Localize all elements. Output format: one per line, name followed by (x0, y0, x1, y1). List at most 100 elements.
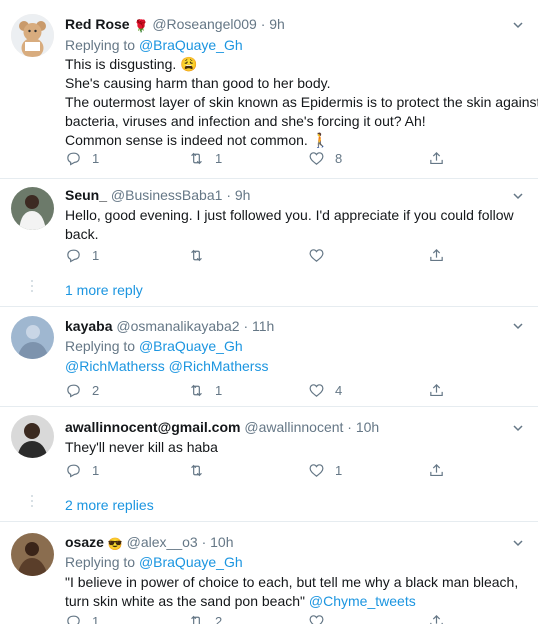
retweet-button[interactable] (188, 246, 215, 264)
tweet-osaze[interactable]: osaze 😎 @alex__o3 · 10h Replying to @Bra… (0, 522, 538, 624)
display-name[interactable]: awallinnocent@gmail.com (65, 419, 240, 435)
reply-icon (67, 249, 80, 263)
replying-to-link[interactable]: @BraQuaye_Gh (139, 554, 243, 570)
tweet-text-line: This is disgusting. 😩 (65, 56, 198, 72)
tweet-header: osaze 😎 @alex__o3 · 10h (65, 533, 522, 551)
replying-to-label: Replying to (65, 338, 136, 354)
like-button[interactable] (308, 246, 335, 264)
replying-to-link[interactable]: @BraQuaye_Gh (139, 338, 243, 354)
avatar[interactable] (11, 415, 54, 458)
like-button[interactable]: 8 (308, 149, 342, 167)
avatar[interactable] (11, 187, 54, 230)
reply-count: 1 (92, 613, 100, 624)
retweet-icon (191, 152, 202, 164)
show-more-replies-link[interactable]: 2 more replies (65, 497, 154, 513)
replying-to-label: Replying to (65, 554, 136, 570)
heart-icon (309, 614, 324, 624)
reply-button[interactable]: 1 (65, 149, 99, 167)
person-avatar-icon (11, 415, 54, 458)
retweet-count: 1 (215, 382, 223, 398)
display-name[interactable]: osaze (65, 534, 104, 550)
tweet-header: Seun_ @BusinessBaba1 · 9h (65, 186, 522, 204)
user-handle[interactable]: @alex__o3 (127, 534, 198, 550)
show-more-replies-link[interactable]: 1 more reply (65, 282, 143, 298)
tweet-text-line: She's causing harm than good to her body… (65, 75, 331, 91)
tweet-text-segment: turn skin white as the sand pon beach" (65, 593, 306, 609)
like-button[interactable]: 4 (308, 381, 342, 399)
reply-icon (67, 464, 80, 478)
display-name[interactable]: kayaba (65, 318, 112, 334)
avatar[interactable] (11, 316, 54, 359)
retweet-button[interactable] (188, 461, 215, 479)
tweet-awallinnocent[interactable]: awallinnocent@gmail.com @awallinnocent ·… (0, 407, 538, 493)
user-handle[interactable]: @BusinessBaba1 (111, 187, 223, 203)
chevron-down-icon[interactable] (512, 422, 524, 434)
chevron-down-icon[interactable] (512, 190, 524, 202)
share-icon (430, 383, 443, 396)
person-avatar-icon (11, 533, 54, 576)
teddy-bear-avatar-icon (11, 14, 54, 57)
retweet-button[interactable]: 1 (188, 149, 222, 167)
timestamp[interactable]: · 9h (226, 187, 250, 203)
tweet-text-line: The outermost layer of skin known as Epi… (65, 94, 538, 110)
avatar[interactable] (11, 14, 54, 57)
share-button[interactable] (428, 381, 445, 399)
tweet-header: kayaba @osmanalikayaba2 · 11h (65, 317, 522, 335)
retweet-icon (191, 384, 202, 396)
chevron-down-icon[interactable] (512, 537, 524, 549)
mention-link[interactable]: @Chyme_tweets (309, 593, 416, 609)
reply-button[interactable]: 1 (65, 246, 99, 264)
chevron-down-icon[interactable] (512, 320, 524, 332)
mention-links[interactable]: @RichMatherss @RichMatherss (65, 357, 522, 376)
retweet-icon (191, 615, 202, 624)
person-avatar-icon (11, 316, 54, 359)
reply-icon (67, 615, 80, 624)
like-button[interactable] (308, 612, 335, 624)
retweet-button[interactable]: 2 (188, 612, 222, 624)
tweet-kayaba[interactable]: kayaba @osmanalikayaba2 · 11h Replying t… (0, 307, 538, 407)
tweet-red-rose[interactable]: Red Rose 🌹 @Roseangel009 · 9h Replying t… (0, 0, 538, 178)
retweet-icon (191, 249, 202, 261)
reply-button[interactable]: 1 (65, 612, 99, 624)
share-button[interactable] (428, 461, 445, 479)
user-handle[interactable]: @awallinnocent (244, 419, 343, 435)
person-avatar-icon (11, 187, 54, 230)
tweet-header: Red Rose 🌹 @Roseangel009 · 9h (65, 15, 522, 33)
share-button[interactable] (428, 149, 445, 167)
reply-count: 1 (92, 462, 100, 478)
user-handle[interactable]: @Roseangel009 (152, 16, 257, 32)
share-button[interactable] (428, 612, 445, 624)
chevron-down-icon[interactable] (512, 19, 524, 31)
retweet-button[interactable]: 1 (188, 381, 222, 399)
reply-count: 1 (92, 150, 100, 166)
reply-button[interactable]: 1 (65, 461, 99, 479)
replying-to: Replying to @BraQuaye_Gh (65, 36, 522, 55)
timestamp[interactable]: · 10h (202, 534, 234, 550)
sunglasses-emoji: 😎 (107, 537, 123, 551)
display-name[interactable]: Red Rose (65, 16, 130, 32)
reply-icon (67, 384, 80, 398)
share-icon (430, 248, 443, 261)
retweet-count: 1 (215, 150, 223, 166)
timestamp[interactable]: · 11h (243, 318, 274, 334)
replying-to: Replying to @BraQuaye_Gh (65, 337, 522, 356)
heart-icon (309, 248, 324, 262)
replying-to-link[interactable]: @BraQuaye_Gh (139, 37, 243, 53)
reply-count: 1 (92, 247, 100, 263)
timestamp[interactable]: · 10h (347, 419, 379, 435)
timestamp[interactable]: · 9h (261, 16, 285, 32)
tweet-text-line-with-mention: turn skin white as the sand pon beach" @… (65, 592, 522, 611)
tweet-text-line: Hello, good evening. I just followed you… (65, 207, 514, 223)
share-icon (430, 151, 443, 164)
avatar[interactable] (11, 533, 54, 576)
like-button[interactable]: 1 (308, 461, 342, 479)
display-name[interactable]: Seun_ (65, 187, 107, 203)
like-count: 8 (335, 150, 343, 166)
reply-button[interactable]: 2 (65, 381, 99, 399)
thread-dots (31, 495, 33, 510)
replying-to-label: Replying to (65, 37, 136, 53)
tweet-seun[interactable]: Seun_ @BusinessBaba1 · 9h Hello, good ev… (0, 179, 538, 279)
user-handle[interactable]: @osmanalikayaba2 (116, 318, 239, 334)
tweet-text-line: back. (65, 226, 99, 242)
share-button[interactable] (428, 246, 445, 264)
